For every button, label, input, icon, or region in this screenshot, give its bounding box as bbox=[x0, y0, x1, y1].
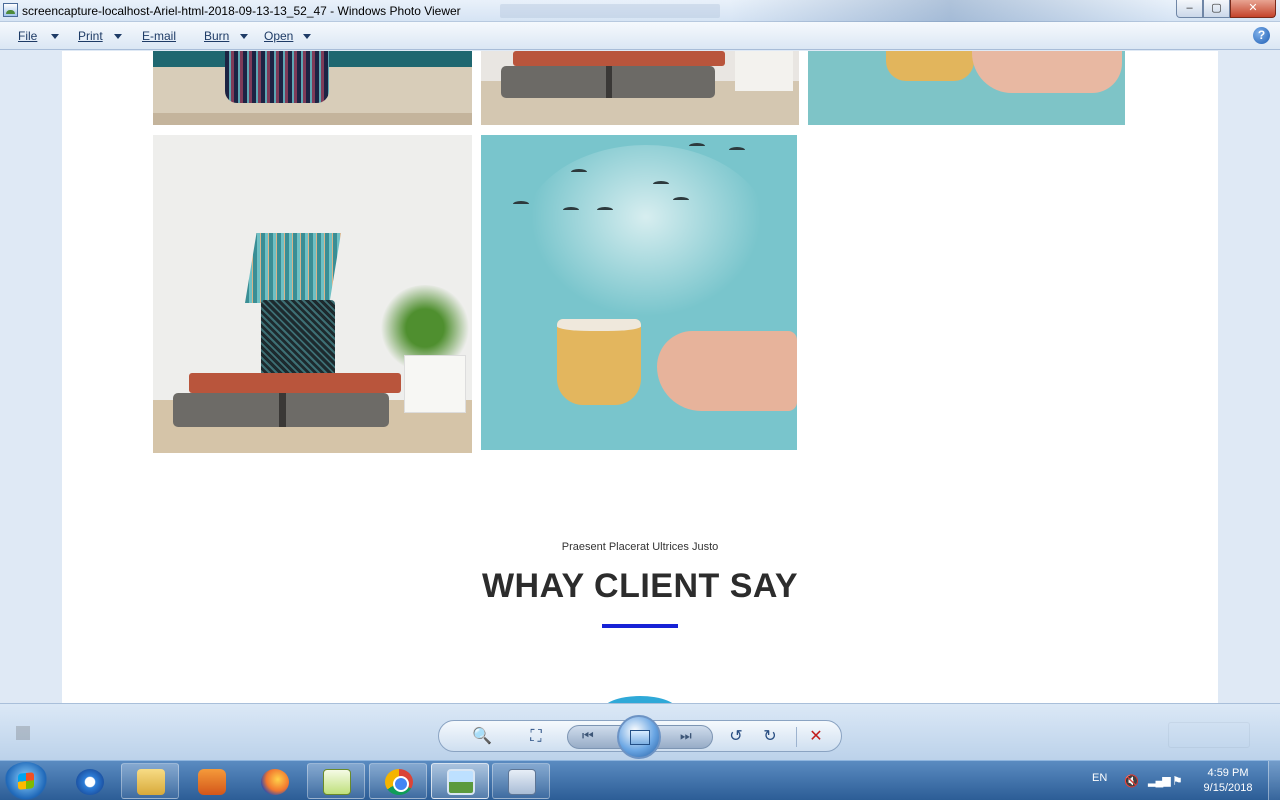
red-notebook-shape bbox=[513, 51, 725, 66]
show-desktop-button[interactable] bbox=[1268, 761, 1280, 800]
gallery-image-pencil-cup bbox=[153, 51, 472, 125]
actual-size-icon[interactable]: ⛶ bbox=[525, 727, 547, 747]
clock-time: 4:59 PM bbox=[1207, 767, 1249, 779]
minimize-button[interactable]: ‒ bbox=[1176, 0, 1203, 18]
gallery-image-coffee-steam bbox=[481, 135, 797, 450]
red-notebook-shape bbox=[189, 373, 401, 393]
background-window-ghost bbox=[500, 4, 720, 18]
toolbar-separator bbox=[796, 727, 797, 747]
clock-date: 9/15/2018 bbox=[1203, 782, 1253, 794]
chevron-down-icon[interactable] bbox=[303, 34, 311, 39]
bird-shape bbox=[729, 147, 745, 153]
photo-viewer-icon bbox=[3, 3, 18, 17]
title-bar: screencapture-localhost-Ariel-html-2018-… bbox=[0, 0, 1280, 22]
steam-shape bbox=[521, 145, 771, 325]
bird-shape bbox=[653, 181, 669, 187]
calculator-icon bbox=[508, 769, 536, 795]
notebook-strap-shape bbox=[279, 393, 286, 427]
menu-file[interactable]: File bbox=[18, 29, 37, 43]
start-button[interactable] bbox=[4, 762, 48, 800]
chevron-down-icon[interactable] bbox=[51, 34, 59, 39]
rotate-clockwise-icon[interactable]: ↻ bbox=[759, 727, 781, 747]
notepad-icon bbox=[323, 769, 351, 795]
client-avatar bbox=[602, 696, 678, 703]
title-underline bbox=[602, 624, 678, 628]
viewer-toolbar: 🔍 ⛶ ⏮ ⏭ ↺ ↻ ✕ bbox=[0, 703, 1280, 760]
window-title: screencapture-localhost-Ariel-html-2018-… bbox=[22, 4, 461, 18]
menu-burn[interactable]: Burn bbox=[204, 29, 229, 43]
firefox-icon bbox=[261, 769, 289, 795]
chevron-down-icon[interactable] bbox=[240, 34, 248, 39]
chevron-down-icon[interactable] bbox=[114, 34, 122, 39]
bird-shape bbox=[513, 201, 529, 207]
mug-rim-shape bbox=[557, 319, 641, 331]
yellow-mug-shape bbox=[557, 319, 641, 405]
photo-viewer-icon bbox=[447, 769, 475, 795]
folder-icon bbox=[137, 769, 165, 795]
notebook-strap-shape bbox=[606, 66, 612, 98]
titlebar-glass-glow bbox=[730, 0, 1170, 22]
bird-shape bbox=[673, 197, 689, 203]
background-button-ghost bbox=[1168, 722, 1250, 748]
previous-icon[interactable]: ⏮ bbox=[582, 728, 594, 744]
background-window-ghost bbox=[16, 726, 216, 744]
media-player-icon bbox=[198, 769, 226, 795]
language-indicator[interactable]: EN bbox=[1092, 772, 1107, 784]
taskbar-notepad-plus[interactable] bbox=[307, 763, 365, 799]
hand-shape bbox=[972, 51, 1122, 93]
taskbar-file-explorer[interactable] bbox=[121, 763, 179, 799]
viewer-controls: 🔍 ⛶ ⏮ ⏭ ↺ ↻ ✕ bbox=[438, 715, 842, 759]
pencils-shape bbox=[245, 233, 341, 303]
chrome-icon bbox=[385, 769, 413, 795]
section-subtitle: Praesent Placerat Ultrices Justo bbox=[561, 541, 719, 553]
taskbar: EN 🔇 ▂▄▆ ⚑ 4:59 PM 9/15/2018 bbox=[0, 760, 1280, 800]
delete-icon[interactable]: ✕ bbox=[805, 727, 827, 747]
webpage-screenshot: Praesent Placerat Ultrices Justo WHAY CL… bbox=[62, 51, 1218, 703]
bird-shape bbox=[689, 143, 705, 149]
menu-bar: File Print E-mail Burn Open ? bbox=[0, 22, 1280, 50]
internet-explorer-icon bbox=[76, 769, 104, 795]
taskbar-internet-explorer[interactable] bbox=[60, 763, 118, 799]
next-icon[interactable]: ⏭ bbox=[680, 728, 692, 744]
zoom-icon[interactable]: 🔍 bbox=[467, 727, 497, 747]
slideshow-button[interactable] bbox=[617, 715, 661, 759]
window-controls: ‒ ▢ ✕ bbox=[1176, 0, 1276, 18]
plant-pot-shape bbox=[735, 51, 793, 91]
speaker-muted-icon[interactable]: 🔇 bbox=[1124, 774, 1139, 788]
action-center-flag-icon[interactable]: ⚑ bbox=[1172, 774, 1183, 788]
section-title: WHAY CLIENT SAY bbox=[481, 567, 799, 605]
gallery-image-books bbox=[481, 51, 799, 125]
help-icon[interactable]: ? bbox=[1253, 27, 1270, 44]
yellow-mug-shape bbox=[886, 51, 974, 81]
hand-shape bbox=[657, 331, 797, 411]
bird-shape bbox=[563, 207, 579, 213]
network-signal-icon[interactable]: ▂▄▆ bbox=[1148, 774, 1171, 787]
taskbar-calculator[interactable] bbox=[492, 763, 550, 799]
gallery-image-pencils-on-books bbox=[153, 135, 472, 453]
maximize-button[interactable]: ▢ bbox=[1203, 0, 1230, 18]
menu-open[interactable]: Open bbox=[264, 29, 293, 43]
menu-print[interactable]: Print bbox=[78, 29, 103, 43]
bird-shape bbox=[571, 169, 587, 175]
plant-pot-shape bbox=[404, 355, 466, 413]
pencil-cup-shape bbox=[225, 51, 329, 103]
gallery-image-coffee-hand bbox=[808, 51, 1125, 125]
taskbar-firefox[interactable] bbox=[245, 763, 303, 799]
menu-email[interactable]: E-mail bbox=[142, 29, 176, 43]
taskbar-media-player[interactable] bbox=[182, 763, 240, 799]
bird-shape bbox=[597, 207, 613, 213]
taskbar-photo-viewer[interactable] bbox=[431, 763, 489, 799]
image-viewport[interactable]: Praesent Placerat Ultrices Justo WHAY CL… bbox=[0, 51, 1280, 703]
taskbar-chrome[interactable] bbox=[369, 763, 427, 799]
close-button[interactable]: ✕ bbox=[1230, 0, 1276, 18]
clock[interactable]: 4:59 PM 9/15/2018 bbox=[1196, 766, 1260, 796]
mesh-holder-shape bbox=[261, 300, 335, 384]
rotate-counterclockwise-icon[interactable]: ↺ bbox=[725, 727, 747, 747]
